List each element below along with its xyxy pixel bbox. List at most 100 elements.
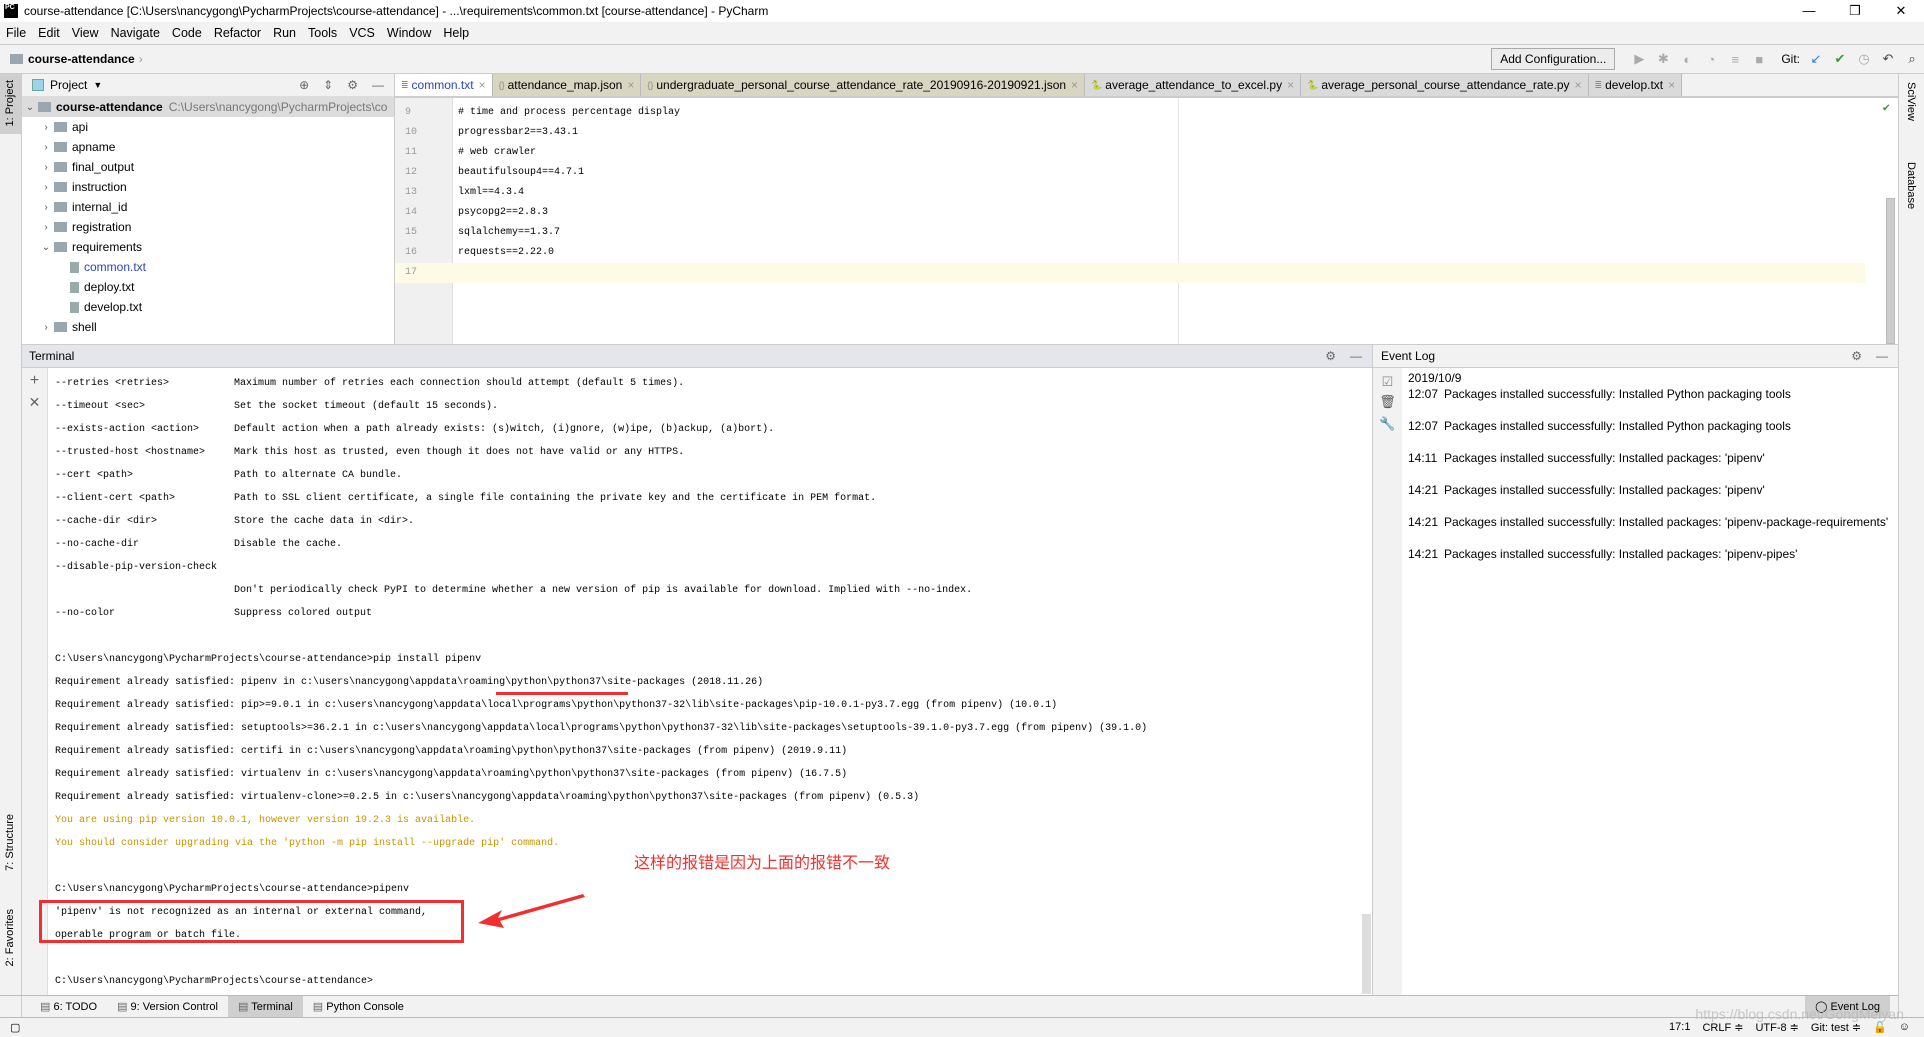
close-tab-icon[interactable]: × (1071, 78, 1078, 92)
menu-file[interactable]: File (6, 26, 26, 40)
line-separator[interactable]: CRLF ≑ (1702, 1021, 1743, 1034)
inspector-icon[interactable]: ☺ (1899, 1021, 1910, 1034)
hide-icon[interactable]: — (1350, 349, 1362, 363)
tool-tab-terminal[interactable]: ▤ Terminal (227, 995, 303, 1018)
git-branch[interactable]: Git: test ≑ (1811, 1021, 1861, 1034)
log-entry[interactable]: 12:07 Packages installed successfully: In… (1408, 387, 1791, 401)
menu-refactor[interactable]: Refactor (214, 26, 261, 40)
close-tab-icon[interactable]: × (1287, 78, 1294, 92)
favorites-tool-button[interactable]: 2: Favorites (4, 909, 16, 966)
log-entry[interactable]: 14:21 Packages installed successfully: In… (1408, 547, 1797, 561)
project-tool-button[interactable]: 1: Project (4, 80, 16, 126)
tree-folder[interactable]: › internal_id (22, 197, 394, 217)
tree-folder[interactable]: ⌄ requirements (22, 237, 394, 257)
toggle-tool-windows-icon[interactable]: ▢ (10, 1021, 20, 1034)
inspection-ok-icon[interactable]: ✔ (1883, 100, 1890, 115)
add-configuration-button[interactable]: Add Configuration... (1491, 48, 1616, 70)
caret-position[interactable]: 17:1 (1669, 1021, 1690, 1034)
restore-button[interactable]: ❐ (1832, 0, 1878, 22)
menu-window[interactable]: Window (387, 26, 431, 40)
tree-folder[interactable]: › apname (22, 137, 394, 157)
dropdown-icon[interactable]: ▼ (93, 80, 102, 90)
git-commit-icon[interactable]: ✔ (1828, 51, 1852, 67)
git-history-icon[interactable]: ◷ (1852, 51, 1876, 67)
profile-icon[interactable]: ◔ (1699, 52, 1723, 67)
close-tab-icon[interactable]: × (627, 78, 634, 92)
chevron-right-icon[interactable]: › (38, 142, 54, 153)
tree-folder[interactable]: › shell (22, 317, 394, 337)
menu-vcs[interactable]: VCS (349, 26, 375, 40)
chevron-right-icon[interactable]: › (38, 322, 54, 333)
tool-tab-9-version-control[interactable]: ▤ 9: Version Control (107, 996, 228, 1018)
log-entry[interactable]: 14:11 Packages installed successfully: In… (1408, 451, 1765, 465)
tree-file[interactable]: common.txt (22, 257, 394, 277)
coverage-icon[interactable]: ◐ (1675, 52, 1699, 67)
close-tab-icon[interactable]: × (1668, 78, 1675, 92)
tool-tab-6-todo[interactable]: ▤ 6: TODO (30, 996, 107, 1018)
tree-file[interactable]: develop.txt (22, 297, 394, 317)
menu-help[interactable]: Help (443, 26, 469, 40)
log-entry[interactable]: 14:21 Packages installed successfully: In… (1408, 515, 1888, 529)
menu-edit[interactable]: Edit (38, 26, 60, 40)
new-session-icon[interactable]: + (22, 372, 47, 390)
chevron-down-icon[interactable]: ⌄ (38, 242, 54, 253)
tab-average-personal-course-attendance-rate-py[interactable]: 🐍 average_personal_course_attendance_rate… (1301, 74, 1589, 96)
gear-icon[interactable]: ⚙ (347, 78, 358, 92)
tree-root[interactable]: ⌄ course-attendance C:\Users\nancygong\P… (22, 97, 394, 117)
tree-folder[interactable]: › registration (22, 217, 394, 237)
git-rollback-icon[interactable]: ↶ (1876, 51, 1900, 67)
wrench-icon[interactable]: 🔧 (1373, 416, 1402, 432)
git-update-icon[interactable]: ↙ (1804, 51, 1828, 67)
tool-tab-python-console[interactable]: ▤ Python Console (303, 996, 414, 1018)
chevron-right-icon[interactable]: › (38, 162, 54, 173)
chevron-right-icon[interactable]: › (38, 182, 54, 193)
menu-code[interactable]: Code (172, 26, 202, 40)
menu-view[interactable]: View (72, 26, 99, 40)
tab-develop-txt[interactable]: ≣ develop.txt × (1588, 74, 1683, 96)
chevron-right-icon[interactable]: › (38, 122, 54, 133)
tab-attendance-map-json[interactable]: {} attendance_map.json × (492, 74, 642, 96)
tree-folder[interactable]: › final_output (22, 157, 394, 177)
tree-folder[interactable]: › instruction (22, 177, 394, 197)
tree-file[interactable]: deploy.txt (22, 277, 394, 297)
file-encoding[interactable]: UTF-8 ≑ (1755, 1021, 1798, 1034)
structure-tool-button[interactable]: 7: Structure (4, 814, 16, 871)
code-editor[interactable]: 9 # time and process percentage display 10… (395, 98, 1898, 344)
chevron-right-icon[interactable]: › (38, 202, 54, 213)
sciview-tool-button[interactable]: SciView (1905, 82, 1917, 121)
database-tool-button[interactable]: Database (1905, 162, 1917, 209)
minimize-button[interactable]: — (1786, 0, 1832, 22)
menu-navigate[interactable]: Navigate (111, 26, 160, 40)
close-session-icon[interactable]: ✕ (22, 394, 47, 411)
collapse-all-icon[interactable]: ⇕ (323, 78, 333, 92)
hide-icon[interactable]: — (372, 78, 384, 92)
terminal-scrollbar[interactable] (1362, 914, 1371, 994)
project-view-selector[interactable]: Project (50, 78, 87, 92)
log-entry[interactable]: 12:07 Packages installed successfully: In… (1408, 419, 1791, 433)
editor-scrollbar[interactable] (1886, 198, 1895, 344)
tree-folder[interactable]: › api (22, 117, 394, 137)
run-icon[interactable]: ▶ (1627, 51, 1651, 67)
gear-icon[interactable]: ⚙ (1325, 349, 1336, 363)
tab-undergraduate-personal-course-attendance-rate-20190916-20190921-json[interactable]: {} undergraduate_personal_course_attendan… (641, 74, 1086, 96)
gear-icon[interactable]: ⚙ (1851, 349, 1862, 363)
close-button[interactable]: ✕ (1878, 0, 1924, 22)
stop-icon[interactable]: ■ (1747, 52, 1771, 67)
log-entry[interactable]: 14:21 Packages installed successfully: In… (1408, 483, 1765, 497)
tab-average-attendance-to-excel-py[interactable]: 🐍 average_attendance_to_excel.py × (1085, 74, 1302, 96)
chevron-right-icon[interactable]: › (38, 222, 54, 233)
chevron-down-icon[interactable]: ⌄ (22, 102, 38, 113)
locate-icon[interactable]: ⊕ (299, 78, 309, 92)
breadcrumb-project[interactable]: course-attendance (28, 52, 135, 66)
menu-tools[interactable]: Tools (308, 26, 337, 40)
lock-icon[interactable]: 🔓 (1873, 1021, 1887, 1034)
hide-icon[interactable]: — (1876, 349, 1888, 363)
debug-icon[interactable]: ✱ (1651, 51, 1675, 67)
close-tab-icon[interactable]: × (1575, 78, 1582, 92)
concurrency-icon[interactable]: ≡ (1723, 52, 1747, 67)
mark-read-icon[interactable]: ☑ (1373, 374, 1402, 390)
trash-icon[interactable]: 🗑 (1373, 394, 1402, 410)
menu-run[interactable]: Run (273, 26, 296, 40)
search-icon[interactable]: ⌕ (1900, 51, 1924, 67)
tab-common-txt[interactable]: ≣ common.txt × (395, 74, 493, 96)
